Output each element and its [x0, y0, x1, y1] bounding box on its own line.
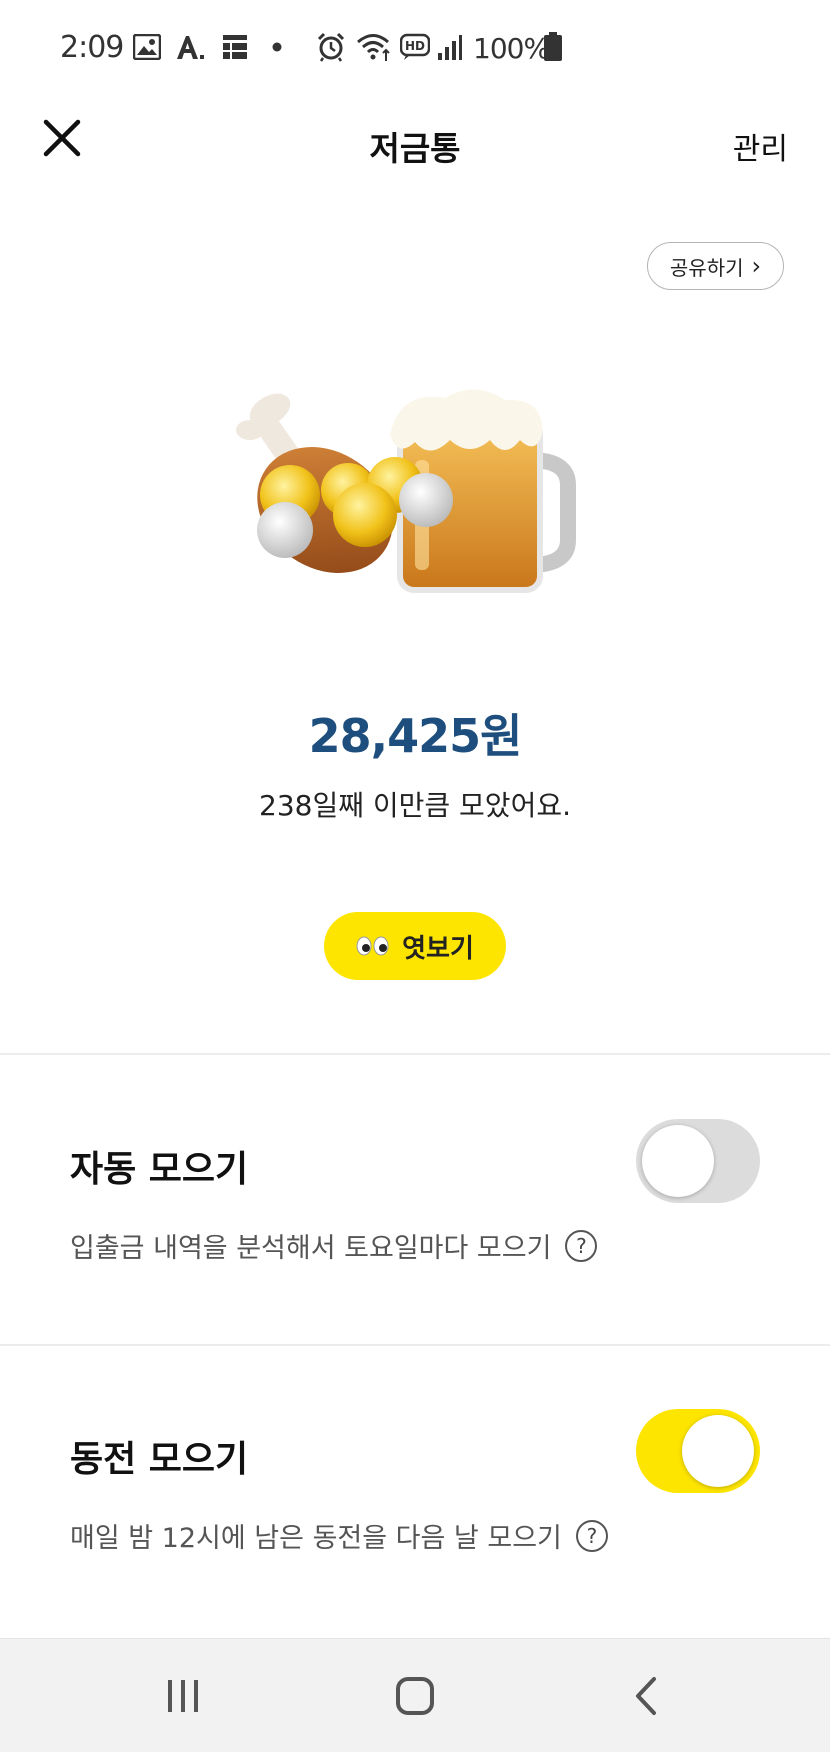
- home-icon: [396, 1677, 434, 1715]
- eyes-icon: [356, 935, 390, 957]
- signal-icon: [437, 32, 463, 62]
- home-button[interactable]: [385, 1671, 445, 1721]
- coin-save-toggle[interactable]: [636, 1409, 760, 1493]
- app-header: 저금통 관리: [0, 96, 830, 192]
- divider: [0, 1053, 830, 1055]
- status-time: 2:09: [60, 30, 124, 65]
- toggle-knob: [642, 1125, 714, 1197]
- auto-save-description-text: 입출금 내역을 분석해서 토요일마다 모으기: [70, 1233, 552, 1264]
- recent-apps-icon: [168, 1680, 198, 1712]
- auto-save-toggle[interactable]: [636, 1119, 760, 1203]
- dot-icon: [272, 32, 282, 62]
- wifi-icon: [356, 32, 394, 62]
- peek-label: 엿보기: [402, 933, 474, 964]
- status-bar: 2:09 HD 100%: [0, 0, 830, 96]
- font-icon: [175, 32, 205, 62]
- share-label: 공유하기: [669, 255, 744, 280]
- help-icon[interactable]: ?: [565, 1229, 598, 1262]
- chevron-right-icon: ›: [751, 252, 762, 280]
- share-button[interactable]: 공유하기 ›: [647, 242, 784, 290]
- battery-icon: [543, 32, 563, 62]
- hd-icon: HD: [400, 32, 430, 62]
- svg-text:HD: HD: [405, 39, 425, 53]
- back-icon: [636, 1677, 656, 1715]
- back-button[interactable]: [618, 1671, 678, 1721]
- recent-apps-button[interactable]: [153, 1671, 213, 1721]
- image-icon: [133, 32, 161, 62]
- toggle-knob: [682, 1415, 754, 1487]
- manage-button[interactable]: 관리: [733, 124, 788, 168]
- auto-save-description: 입출금 내역을 분석해서 토요일마다 모으기 ?: [70, 1226, 598, 1265]
- peek-button[interactable]: 엿보기: [324, 912, 506, 980]
- list-icon: [222, 32, 248, 62]
- savings-days-message: 238일째 이만큼 모았어요.: [259, 789, 571, 822]
- coin-save-description-text: 매일 밤 12시에 남은 동전을 다음 날 모으기: [70, 1523, 562, 1554]
- system-nav-bar: [0, 1638, 830, 1752]
- battery-percent: 100%: [473, 32, 550, 65]
- savings-amount: 28,425원: [308, 709, 523, 763]
- coin-save-description: 매일 밤 12시에 남은 동전을 다음 날 모으기 ?: [70, 1516, 608, 1555]
- piggy-bank-illustration: [230, 380, 600, 630]
- page-title: 저금통: [369, 129, 461, 168]
- coin-save-title: 동전 모으기: [70, 1439, 249, 1480]
- alarm-icon: [316, 32, 346, 62]
- auto-save-title: 자동 모으기: [70, 1149, 249, 1190]
- divider: [0, 1344, 830, 1346]
- help-icon[interactable]: ?: [575, 1519, 608, 1552]
